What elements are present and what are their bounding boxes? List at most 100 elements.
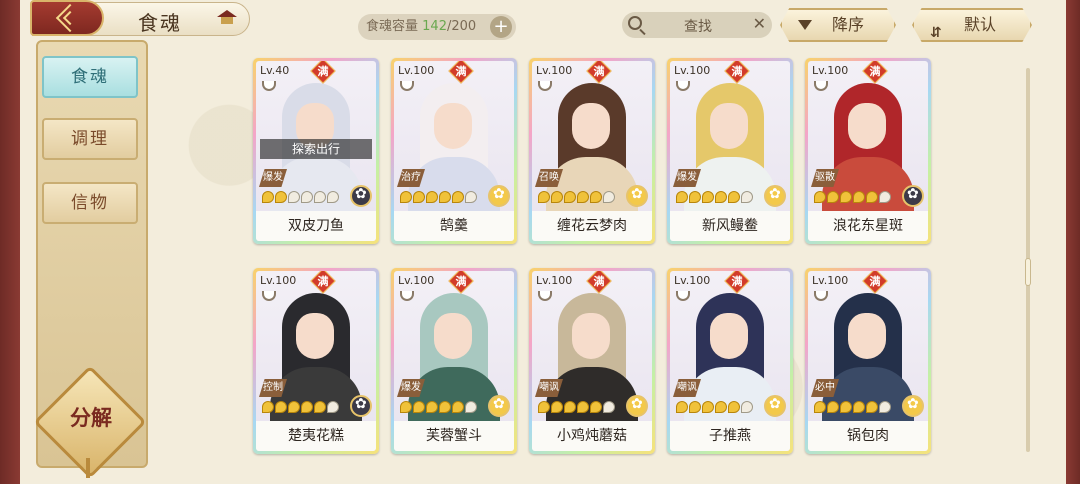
food-soul-card[interactable]: Lv.100满必中锅包肉 xyxy=(805,268,931,454)
tab-tokens[interactable]: 信物 xyxy=(42,182,138,224)
star-icon xyxy=(840,401,852,413)
star-icon xyxy=(603,401,615,413)
portrait-body xyxy=(408,157,500,217)
sort-order-button[interactable]: 降序 xyxy=(780,8,896,42)
star-icon xyxy=(413,191,425,203)
portrait-body xyxy=(546,367,638,427)
back-button[interactable] xyxy=(30,0,104,36)
food-soul-card[interactable]: Lv.100满嘲讽小鸡炖蘑菇 xyxy=(529,268,655,454)
star-icon xyxy=(262,401,274,413)
clear-search-icon[interactable]: ✕ xyxy=(753,14,766,33)
food-soul-card[interactable]: Lv.100满嘲讽子推燕 xyxy=(667,268,793,454)
home-icon[interactable] xyxy=(216,9,238,25)
sort-mode-button[interactable]: ⇵ 默认 xyxy=(912,8,1032,42)
star-icon xyxy=(426,191,438,203)
element-icon xyxy=(626,395,648,417)
star-icon xyxy=(301,191,313,203)
card-name: 小鸡炖蘑菇 xyxy=(532,421,652,451)
portrait-face xyxy=(434,313,472,359)
star-icon xyxy=(702,191,714,203)
star-icon xyxy=(827,401,839,413)
max-level-text: 满 xyxy=(455,65,467,78)
right-frame xyxy=(1066,0,1080,484)
star-icon xyxy=(301,401,313,413)
tab-food-souls[interactable]: 食魂 xyxy=(42,56,138,98)
element-icon xyxy=(626,185,648,207)
card-name: 芙蓉蟹斗 xyxy=(394,421,514,451)
card-inner: Lv.100满爆发新风鳗鲞 xyxy=(670,61,790,241)
element-icon xyxy=(902,185,924,207)
search-input[interactable]: 查找 ✕ xyxy=(622,12,772,38)
star-icon xyxy=(275,401,287,413)
level-label: Lv.40 xyxy=(260,64,290,77)
capacity-current: 142 xyxy=(422,19,447,34)
food-soul-card[interactable]: Lv.100满控制楚夷花糕 xyxy=(253,268,379,454)
star-rating xyxy=(538,191,615,205)
star-rating xyxy=(814,191,891,205)
star-rating xyxy=(400,401,477,415)
element-icon xyxy=(350,395,372,417)
star-icon xyxy=(288,191,300,203)
star-rating xyxy=(262,191,339,205)
star-icon xyxy=(551,401,563,413)
star-icon xyxy=(426,401,438,413)
food-soul-card[interactable]: Lv.100满爆发芙蓉蟹斗 xyxy=(391,268,517,454)
portrait-face xyxy=(434,103,472,149)
star-icon xyxy=(866,401,878,413)
star-icon xyxy=(275,191,287,203)
portrait-body xyxy=(684,157,776,217)
portrait-face xyxy=(710,103,748,149)
level-label: Lv.100 xyxy=(536,64,573,77)
level-label: Lv.100 xyxy=(674,274,711,287)
portrait-body xyxy=(408,367,500,427)
star-rating xyxy=(814,401,891,415)
star-icon xyxy=(590,191,602,203)
element-icon xyxy=(902,395,924,417)
add-capacity-button[interactable]: + xyxy=(490,16,512,38)
status-tag: 探索出行 xyxy=(260,139,372,159)
star-icon xyxy=(814,401,826,413)
star-icon xyxy=(827,191,839,203)
food-soul-card[interactable]: Lv.100满驱散浪花东星斑 xyxy=(805,58,931,244)
sort-order-label: 降序 xyxy=(832,15,865,34)
scrollbar-thumb[interactable] xyxy=(1025,258,1031,286)
max-level-text: 满 xyxy=(593,275,605,288)
food-soul-card[interactable]: Lv.100满爆发新风鳗鲞 xyxy=(667,58,793,244)
star-icon xyxy=(452,191,464,203)
element-icon xyxy=(488,395,510,417)
tab-conditioning[interactable]: 调理 xyxy=(42,118,138,160)
left-frame xyxy=(0,0,20,484)
portrait-body xyxy=(822,367,914,427)
card-name: 新风鳗鲞 xyxy=(670,211,790,241)
star-rating xyxy=(676,191,753,205)
level-label: Lv.100 xyxy=(812,64,849,77)
star-icon xyxy=(439,191,451,203)
card-inner: Lv.100满嘲讽小鸡炖蘑菇 xyxy=(532,271,652,451)
star-icon xyxy=(400,191,412,203)
star-icon xyxy=(689,401,701,413)
card-inner: Lv.100满爆发芙蓉蟹斗 xyxy=(394,271,514,451)
star-icon xyxy=(741,191,753,203)
max-level-text: 满 xyxy=(731,275,743,288)
food-soul-card[interactable]: Lv.100满召唤缠花云梦肉 xyxy=(529,58,655,244)
food-soul-card[interactable]: Lv.40满探索出行爆发双皮刀鱼 xyxy=(253,58,379,244)
card-inner: Lv.100满嘲讽子推燕 xyxy=(670,271,790,451)
capacity-label: 食魂容量 xyxy=(366,19,419,34)
star-icon xyxy=(538,401,550,413)
star-icon xyxy=(814,191,826,203)
tassel-decoration xyxy=(86,458,90,478)
star-icon xyxy=(702,401,714,413)
sort-mode-label: 默认 xyxy=(964,15,997,34)
star-rating xyxy=(400,191,477,205)
portrait-body xyxy=(684,367,776,427)
star-icon xyxy=(465,401,477,413)
star-icon xyxy=(728,191,740,203)
card-inner: Lv.100满治疗鹄羹 xyxy=(394,61,514,241)
level-label: Lv.100 xyxy=(398,64,435,77)
star-icon xyxy=(465,191,477,203)
card-inner: Lv.100满控制楚夷花糕 xyxy=(256,271,376,451)
food-soul-card[interactable]: Lv.100满治疗鹄羹 xyxy=(391,58,517,244)
portrait-face xyxy=(710,313,748,359)
card-name: 缠花云梦肉 xyxy=(532,211,652,241)
star-icon xyxy=(327,401,339,413)
